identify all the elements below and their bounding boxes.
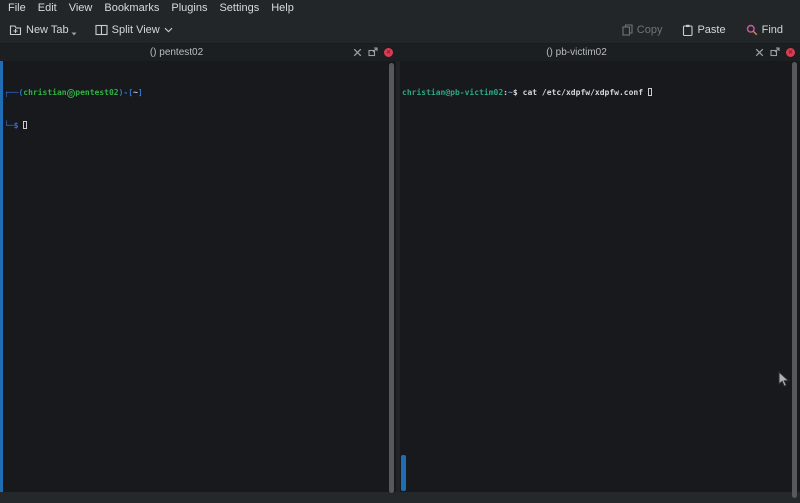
prompt-frame-dollar: └─$ bbox=[4, 121, 18, 130]
menu-help[interactable]: Help bbox=[265, 1, 300, 15]
prompt-user: christian bbox=[23, 88, 66, 97]
split-view-button[interactable]: Split View bbox=[90, 21, 178, 39]
scroll-highlight-indicator-right bbox=[401, 455, 406, 491]
detach-view-icon[interactable] bbox=[368, 44, 378, 62]
prompt-frame-close: ] bbox=[138, 88, 143, 97]
terminal-right[interactable]: christian@pb-victim02:~$cat /etc/xdpfw/x… bbox=[402, 65, 652, 120]
find-label: Find bbox=[762, 24, 783, 36]
kali-at-icon: @ bbox=[67, 89, 75, 98]
terminal-left[interactable]: ┌──(christian@pentest02)-[~] └─$ bbox=[4, 65, 143, 153]
pane-header-left: () pentest02 ✕ bbox=[0, 44, 398, 61]
menu-settings[interactable]: Settings bbox=[213, 1, 265, 15]
pane-title-left: () pentest02 bbox=[0, 47, 353, 58]
close-view-button[interactable]: ✕ bbox=[384, 48, 393, 57]
left-pane-scrollbar[interactable] bbox=[389, 63, 394, 493]
toolbar: New Tab Split View bbox=[0, 16, 800, 44]
menu-bookmarks[interactable]: Bookmarks bbox=[98, 1, 165, 15]
new-tab-button[interactable]: New Tab bbox=[4, 20, 82, 39]
prompt-line-2: └─$ bbox=[4, 120, 143, 131]
menu-view[interactable]: View bbox=[63, 1, 99, 15]
prompt-user-host: christian@pb-victim02 bbox=[402, 88, 503, 97]
terminal-cursor bbox=[648, 88, 652, 96]
maximize-view-icon[interactable] bbox=[755, 44, 764, 62]
menu-plugins[interactable]: Plugins bbox=[165, 1, 213, 15]
maximize-view-icon[interactable] bbox=[353, 44, 362, 62]
menubar: File Edit View Bookmarks Plugins Setting… bbox=[0, 0, 800, 16]
konsole-window: File Edit View Bookmarks Plugins Setting… bbox=[0, 0, 800, 503]
prompt-line-1: ┌──(christian@pentest02)-[~] bbox=[4, 87, 143, 98]
chevron-down-icon bbox=[164, 27, 173, 33]
find-button[interactable]: Find bbox=[741, 21, 788, 39]
search-icon bbox=[746, 24, 758, 36]
right-pane-scrollbar[interactable] bbox=[792, 62, 797, 498]
new-tab-icon bbox=[9, 23, 22, 36]
copy-label: Copy bbox=[637, 24, 663, 36]
close-view-button[interactable]: ✕ bbox=[786, 48, 795, 57]
mouse-cursor bbox=[778, 371, 791, 393]
paste-button[interactable]: Paste bbox=[677, 21, 730, 39]
prompt-host: pentest02 bbox=[75, 88, 118, 97]
pane-title-right: () pb-victim02 bbox=[398, 47, 755, 58]
terminal-cursor bbox=[23, 121, 27, 129]
prompt-line: christian@pb-victim02:~$cat /etc/xdpfw/x… bbox=[402, 87, 652, 98]
paste-icon bbox=[682, 24, 693, 36]
prompt-frame-mid: )-[ bbox=[119, 88, 133, 97]
prompt-frame-open: ┌──( bbox=[4, 88, 23, 97]
pane-header-right: () pb-victim02 ✕ bbox=[398, 44, 800, 61]
split-view-icon bbox=[95, 24, 108, 36]
paste-label: Paste bbox=[697, 24, 725, 36]
pane-splitter[interactable] bbox=[396, 61, 400, 492]
split-view-label: Split View bbox=[112, 24, 160, 36]
new-tab-dropdown-caret bbox=[71, 32, 77, 36]
new-tab-label: New Tab bbox=[26, 24, 69, 36]
scroll-highlight-indicator-left bbox=[0, 61, 3, 492]
menu-edit[interactable]: Edit bbox=[32, 1, 63, 15]
copy-button[interactable]: Copy bbox=[617, 21, 668, 39]
command-text: cat /etc/xdpfw/xdpfw.conf bbox=[523, 88, 643, 97]
copy-icon bbox=[622, 24, 633, 36]
prompt-dollar: $ bbox=[513, 88, 518, 97]
pane-header-bar: () pentest02 ✕ () pb-victim02 bbox=[0, 44, 800, 61]
menu-file[interactable]: File bbox=[2, 1, 32, 15]
detach-view-icon[interactable] bbox=[770, 44, 780, 62]
